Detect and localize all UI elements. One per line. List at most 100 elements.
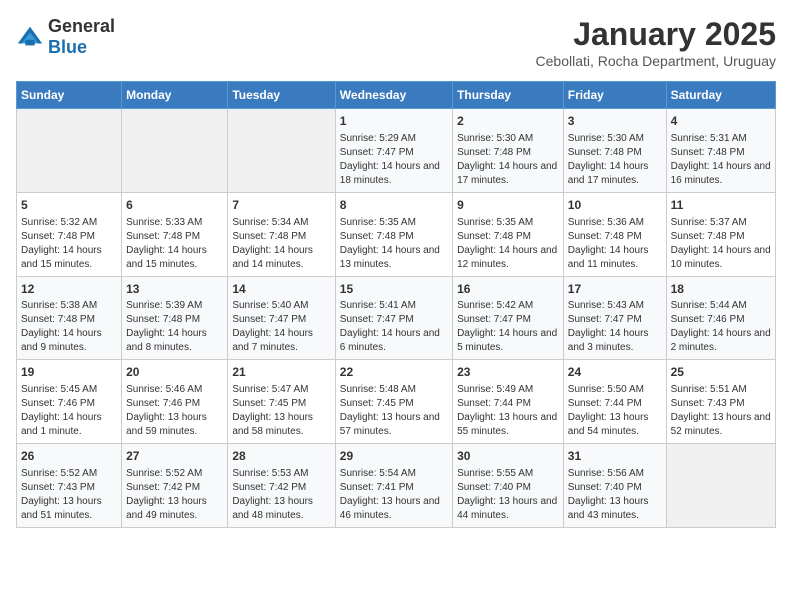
page-header: General Blue January 2025 Cebollati, Roc… — [16, 16, 776, 69]
logo-general: General — [48, 16, 115, 36]
weekday-header-saturday: Saturday — [666, 82, 775, 109]
day-info: Sunrise: 5:45 AM Sunset: 7:46 PM Dayligh… — [21, 383, 117, 439]
calendar-header-row: SundayMondayTuesdayWednesdayThursdayFrid… — [17, 82, 776, 109]
calendar-cell: 23 Sunrise: 5:49 AM Sunset: 7:44 PM Dayli… — [453, 360, 564, 444]
calendar-cell — [122, 109, 228, 193]
calendar-cell — [228, 109, 335, 193]
calendar-cell: 8Sunrise: 5:35 AM Sunset: 7:48 PM Daylig… — [335, 192, 452, 276]
logo-text: General Blue — [48, 16, 115, 58]
weekday-header-friday: Friday — [563, 82, 666, 109]
day-info: Sunrise: 5:38 AM Sunset: 7:48 PM Dayligh… — [21, 299, 117, 355]
day-number: 19 — [21, 364, 117, 381]
day-number: 23 — [457, 364, 559, 381]
day-number: 29 — [340, 448, 448, 465]
day-info: Sunrise: 5:42 AM Sunset: 7:47 PM Dayligh… — [457, 299, 559, 355]
day-number: 5 — [21, 197, 117, 214]
calendar-cell: 13Sunrise: 5:39 AM Sunset: 7:48 PM Dayli… — [122, 276, 228, 360]
month-title: January 2025 — [536, 16, 776, 53]
calendar-cell — [666, 444, 775, 528]
day-info: Sunrise: 5:34 AM Sunset: 7:48 PM Dayligh… — [232, 216, 330, 272]
day-number: 6 — [126, 197, 223, 214]
day-info: Sunrise: 5:29 AM Sunset: 7:47 PM Dayligh… — [340, 132, 448, 188]
day-number: 30 — [457, 448, 559, 465]
day-number: 12 — [21, 281, 117, 298]
calendar-cell: 14Sunrise: 5:40 AM Sunset: 7:47 PM Dayli… — [228, 276, 335, 360]
day-number: 3 — [568, 113, 662, 130]
logo-icon — [16, 23, 44, 51]
day-info: Sunrise: 5:47 AM Sunset: 7:45 PM Dayligh… — [232, 383, 330, 439]
calendar-cell: 28Sunrise: 5:53 AM Sunset: 7:42 PM Dayli… — [228, 444, 335, 528]
location-title: Cebollati, Rocha Department, Uruguay — [536, 53, 776, 69]
calendar-cell: 16Sunrise: 5:42 AM Sunset: 7:47 PM Dayli… — [453, 276, 564, 360]
day-number: 14 — [232, 281, 330, 298]
title-block: January 2025 Cebollati, Rocha Department… — [536, 16, 776, 69]
calendar-cell: 25Sunrise: 5:51 AM Sunset: 7:43 PM Dayli… — [666, 360, 775, 444]
day-info: Sunrise: 5:55 AM Sunset: 7:40 PM Dayligh… — [457, 467, 559, 523]
calendar-cell: 1 Sunrise: 5:29 AM Sunset: 7:47 PM Daylig… — [335, 109, 452, 193]
day-info: Sunrise: 5:32 AM Sunset: 7:48 PM Dayligh… — [21, 216, 117, 272]
day-number: 20 — [126, 364, 223, 381]
calendar-cell: 21 Sunrise: 5:47 AM Sunset: 7:45 PM Dayli… — [228, 360, 335, 444]
calendar-cell: 6Sunrise: 5:33 AM Sunset: 7:48 PM Daylig… — [122, 192, 228, 276]
day-info: Sunrise: 5:43 AM Sunset: 7:47 PM Dayligh… — [568, 299, 662, 355]
day-number: 2 — [457, 113, 559, 130]
day-number: 25 — [671, 364, 771, 381]
calendar-cell: 19 Sunrise: 5:45 AM Sunset: 7:46 PM Dayli… — [17, 360, 122, 444]
calendar-cell — [17, 109, 122, 193]
day-number: 28 — [232, 448, 330, 465]
calendar-cell: 2 Sunrise: 5:30 AM Sunset: 7:48 PM Daylig… — [453, 109, 564, 193]
day-number: 10 — [568, 197, 662, 214]
weekday-header-monday: Monday — [122, 82, 228, 109]
day-info: Sunrise: 5:31 AM Sunset: 7:48 PM Dayligh… — [671, 132, 771, 188]
logo-blue: Blue — [48, 37, 87, 57]
day-info: Sunrise: 5:30 AM Sunset: 7:48 PM Dayligh… — [457, 132, 559, 188]
day-info: Sunrise: 5:46 AM Sunset: 7:46 PM Dayligh… — [126, 383, 223, 439]
day-number: 8 — [340, 197, 448, 214]
calendar-cell: 3Sunrise: 5:30 AM Sunset: 7:48 PM Daylig… — [563, 109, 666, 193]
calendar-cell: 9 Sunrise: 5:35 AM Sunset: 7:48 PM Daylig… — [453, 192, 564, 276]
day-number: 9 — [457, 197, 559, 214]
calendar-cell: 15Sunrise: 5:41 AM Sunset: 7:47 PM Dayli… — [335, 276, 452, 360]
weekday-header-sunday: Sunday — [17, 82, 122, 109]
calendar-cell: 29 Sunrise: 5:54 AM Sunset: 7:41 PM Dayli… — [335, 444, 452, 528]
calendar-cell: 26 Sunrise: 5:52 AM Sunset: 7:43 PM Dayli… — [17, 444, 122, 528]
day-number: 15 — [340, 281, 448, 298]
day-number: 11 — [671, 197, 771, 214]
day-info: Sunrise: 5:54 AM Sunset: 7:41 PM Dayligh… — [340, 467, 448, 523]
week-row-1: 1 Sunrise: 5:29 AM Sunset: 7:47 PM Daylig… — [17, 109, 776, 193]
calendar-cell: 20 Sunrise: 5:46 AM Sunset: 7:46 PM Dayli… — [122, 360, 228, 444]
calendar-cell: 5 Sunrise: 5:32 AM Sunset: 7:48 PM Daylig… — [17, 192, 122, 276]
weekday-header-thursday: Thursday — [453, 82, 564, 109]
calendar-cell: 18Sunrise: 5:44 AM Sunset: 7:46 PM Dayli… — [666, 276, 775, 360]
day-info: Sunrise: 5:50 AM Sunset: 7:44 PM Dayligh… — [568, 383, 662, 439]
day-number: 7 — [232, 197, 330, 214]
calendar-cell: 4Sunrise: 5:31 AM Sunset: 7:48 PM Daylig… — [666, 109, 775, 193]
week-row-3: 12Sunrise: 5:38 AM Sunset: 7:48 PM Dayli… — [17, 276, 776, 360]
week-row-5: 26 Sunrise: 5:52 AM Sunset: 7:43 PM Dayli… — [17, 444, 776, 528]
calendar-cell: 10Sunrise: 5:36 AM Sunset: 7:48 PM Dayli… — [563, 192, 666, 276]
calendar-cell: 7 Sunrise: 5:34 AM Sunset: 7:48 PM Daylig… — [228, 192, 335, 276]
day-number: 13 — [126, 281, 223, 298]
day-info: Sunrise: 5:40 AM Sunset: 7:47 PM Dayligh… — [232, 299, 330, 355]
day-info: Sunrise: 5:52 AM Sunset: 7:42 PM Dayligh… — [126, 467, 223, 523]
week-row-4: 19 Sunrise: 5:45 AM Sunset: 7:46 PM Dayli… — [17, 360, 776, 444]
week-row-2: 5 Sunrise: 5:32 AM Sunset: 7:48 PM Daylig… — [17, 192, 776, 276]
logo: General Blue — [16, 16, 115, 58]
day-info: Sunrise: 5:52 AM Sunset: 7:43 PM Dayligh… — [21, 467, 117, 523]
day-number: 26 — [21, 448, 117, 465]
day-info: Sunrise: 5:56 AM Sunset: 7:40 PM Dayligh… — [568, 467, 662, 523]
day-number: 21 — [232, 364, 330, 381]
day-info: Sunrise: 5:49 AM Sunset: 7:44 PM Dayligh… — [457, 383, 559, 439]
day-number: 27 — [126, 448, 223, 465]
day-number: 1 — [340, 113, 448, 130]
day-number: 18 — [671, 281, 771, 298]
calendar-table: SundayMondayTuesdayWednesdayThursdayFrid… — [16, 81, 776, 528]
weekday-header-wednesday: Wednesday — [335, 82, 452, 109]
day-number: 16 — [457, 281, 559, 298]
calendar-cell: 31 Sunrise: 5:56 AM Sunset: 7:40 PM Dayli… — [563, 444, 666, 528]
calendar-cell: 24Sunrise: 5:50 AM Sunset: 7:44 PM Dayli… — [563, 360, 666, 444]
day-number: 31 — [568, 448, 662, 465]
day-info: Sunrise: 5:44 AM Sunset: 7:46 PM Dayligh… — [671, 299, 771, 355]
day-number: 22 — [340, 364, 448, 381]
day-info: Sunrise: 5:35 AM Sunset: 7:48 PM Dayligh… — [457, 216, 559, 272]
